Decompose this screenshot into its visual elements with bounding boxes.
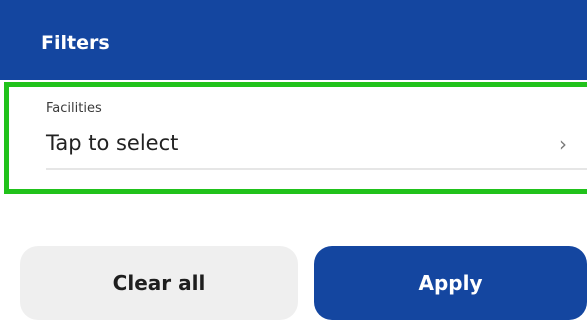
facilities-selector[interactable]: Facilities Tap to select › <box>4 82 587 194</box>
chevron-right-icon: › <box>559 132 567 156</box>
field-divider <box>46 168 587 170</box>
facilities-value: Tap to select <box>46 131 179 155</box>
facilities-label: Facilities <box>46 101 102 116</box>
apply-button[interactable]: Apply <box>314 246 587 320</box>
header-title: Filters <box>41 32 110 54</box>
filters-header: Filters <box>0 0 587 80</box>
clear-all-button[interactable]: Clear all <box>20 246 298 320</box>
